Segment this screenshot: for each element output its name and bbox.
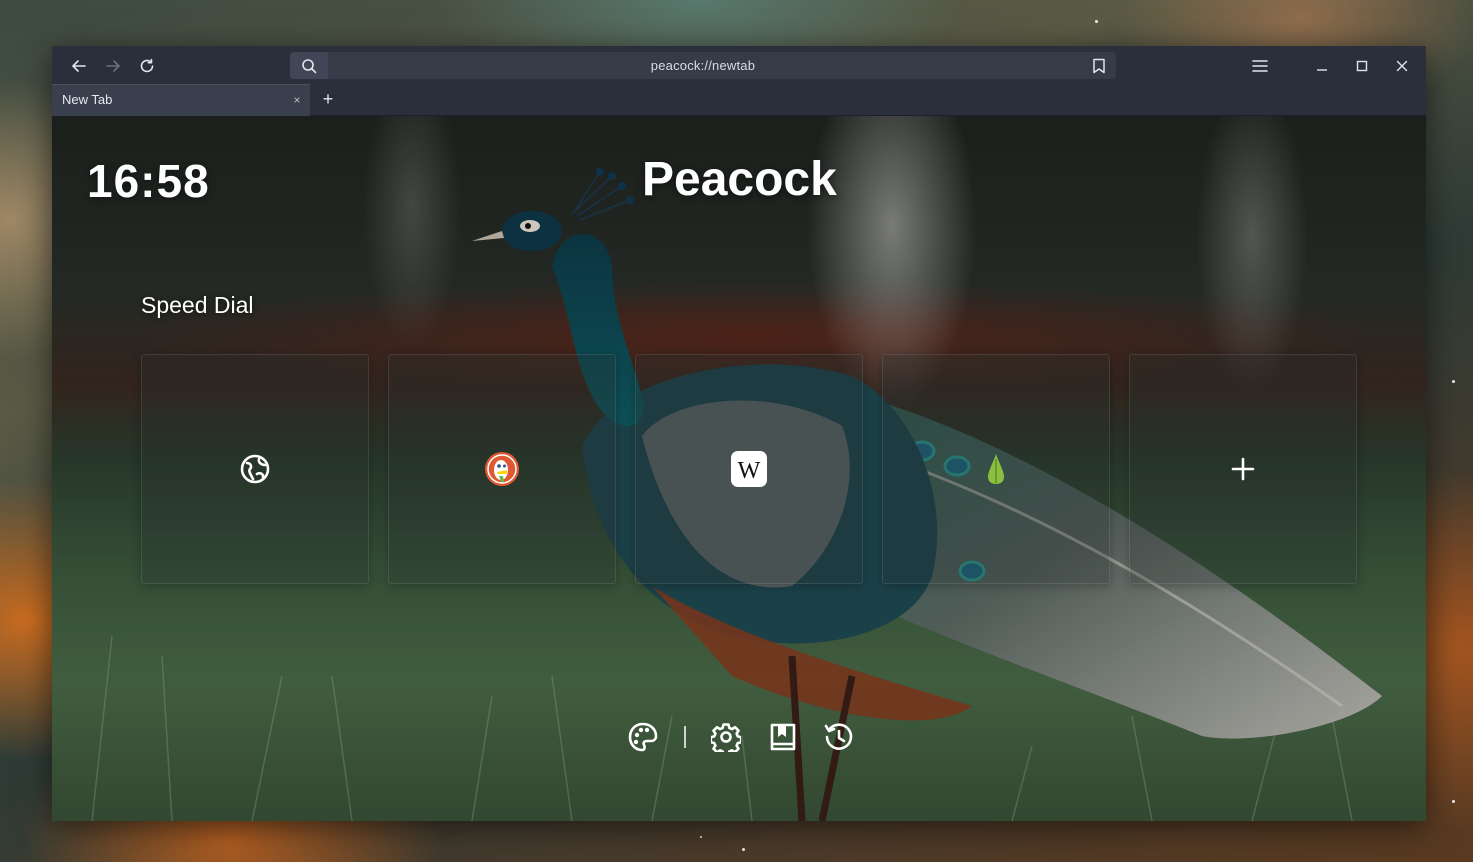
background-star [1452,380,1455,383]
tab-title: New Tab [62,92,113,107]
speed-dial-tile-4[interactable] [882,354,1110,584]
globe-icon [240,454,270,484]
background-star [1095,20,1098,23]
maximize-button[interactable] [1351,55,1373,77]
settings-button[interactable] [710,721,742,753]
arrow-left-icon [72,60,86,72]
ecosia-tree-icon [988,454,1004,484]
titlebar: peacock://newtab [52,46,1426,84]
search-icon [302,58,317,73]
reload-button[interactable] [136,55,158,77]
speed-dial-tile-3[interactable]: W [635,354,863,584]
background-star [1452,800,1455,803]
plus-icon [1231,457,1255,481]
customize-button[interactable] [627,721,659,753]
wikipedia-icon: W [731,451,767,487]
tab-new-tab[interactable]: New Tab × [52,84,310,116]
arrow-right-icon [106,60,120,72]
bookmark-icon [1093,58,1105,74]
minimize-button[interactable] [1311,55,1333,77]
browser-window: peacock://newtab New Tab × + 16:58 Peaco… [52,46,1426,821]
bookmarks-icon [770,723,796,751]
url-text[interactable]: peacock://newtab [328,52,1078,79]
menu-button[interactable] [1249,55,1271,77]
speed-dial-tile-2[interactable] [388,354,616,584]
speed-dial-add-tile[interactable] [1129,354,1357,584]
address-bar[interactable]: peacock://newtab [290,52,1116,79]
search-engine-button[interactable] [290,52,328,79]
newtab-page: 16:58 Peacock Speed Dial W [52,116,1426,821]
history-button[interactable] [823,721,855,753]
gear-icon [711,723,741,752]
reload-icon [140,58,154,73]
tab-bar: New Tab × + [52,84,1426,116]
new-tab-button[interactable]: + [318,89,338,109]
bookmark-page-button[interactable] [1088,55,1110,77]
background-star [742,848,745,851]
maximize-icon [1356,60,1368,72]
brand-title: Peacock [642,153,837,206]
speed-dial-tile-1[interactable] [141,354,369,584]
history-icon [824,723,853,750]
duckduckgo-icon [485,452,519,486]
palette-icon [628,722,658,752]
close-icon [1396,60,1408,72]
toolbar-divider [684,726,686,748]
tab-close-button[interactable]: × [290,93,304,107]
back-button[interactable] [68,55,90,77]
close-window-button[interactable] [1391,55,1413,77]
bottom-action-bar [627,721,857,753]
svg-text:W: W [738,458,761,484]
forward-button[interactable] [102,55,124,77]
background-star [700,836,702,838]
minimize-icon [1317,69,1327,71]
clock: 16:58 [87,155,210,207]
speed-dial-heading: Speed Dial [141,292,254,318]
hamburger-icon [1252,60,1268,72]
bookmarks-button[interactable] [767,721,799,753]
